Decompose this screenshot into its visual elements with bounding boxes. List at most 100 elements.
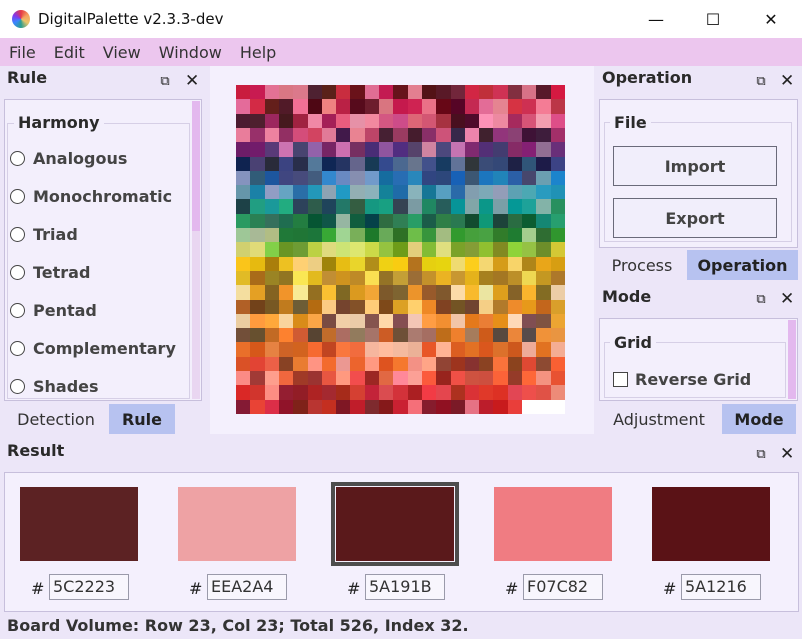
board-cell[interactable] bbox=[350, 199, 366, 215]
board-cell[interactable] bbox=[479, 313, 494, 329]
board-cell[interactable] bbox=[307, 385, 323, 401]
board-cell[interactable] bbox=[364, 313, 380, 329]
board-cell[interactable] bbox=[450, 127, 466, 143]
board-cell[interactable] bbox=[479, 285, 494, 301]
board-cell[interactable] bbox=[421, 85, 437, 100]
board-cell[interactable] bbox=[250, 242, 266, 258]
board-cell[interactable] bbox=[307, 356, 323, 372]
board-cell[interactable] bbox=[436, 170, 452, 186]
close-button[interactable]: ✕ bbox=[742, 0, 800, 38]
board-cell[interactable] bbox=[379, 170, 394, 186]
hex-input[interactable]: F07C82 bbox=[523, 574, 603, 600]
board-cell[interactable] bbox=[293, 342, 308, 358]
board-cell[interactable] bbox=[536, 342, 552, 358]
board-cell[interactable] bbox=[522, 371, 537, 386]
board-cell[interactable] bbox=[421, 328, 437, 343]
board-cell[interactable] bbox=[364, 385, 380, 401]
board-cell[interactable] bbox=[436, 256, 452, 272]
board-cell[interactable] bbox=[493, 342, 509, 358]
board-cell[interactable] bbox=[507, 342, 523, 358]
board-cell[interactable] bbox=[522, 356, 537, 372]
radio-button[interactable] bbox=[10, 303, 25, 318]
board-cell[interactable] bbox=[293, 356, 308, 372]
board-cell[interactable] bbox=[321, 342, 337, 358]
board-cell[interactable] bbox=[550, 328, 566, 343]
board-cell[interactable] bbox=[493, 127, 509, 143]
board-cell[interactable] bbox=[321, 99, 337, 115]
board-cell[interactable] bbox=[350, 356, 366, 372]
board-cell[interactable] bbox=[379, 213, 394, 229]
board-cell[interactable] bbox=[393, 185, 409, 200]
board-cell[interactable] bbox=[336, 385, 351, 401]
board-cell[interactable] bbox=[379, 185, 394, 200]
board-cell[interactable] bbox=[321, 399, 337, 415]
board-cell[interactable] bbox=[536, 142, 552, 157]
board-cell[interactable] bbox=[421, 99, 437, 115]
board-cell[interactable] bbox=[450, 242, 466, 258]
board-cell[interactable] bbox=[407, 142, 423, 157]
board-cell[interactable] bbox=[393, 113, 409, 129]
board-cell[interactable] bbox=[493, 313, 509, 329]
board-cell[interactable] bbox=[336, 228, 351, 243]
board-cell[interactable] bbox=[421, 213, 437, 229]
board-cell[interactable] bbox=[407, 99, 423, 115]
board-cell[interactable] bbox=[336, 185, 351, 200]
board-cell[interactable] bbox=[479, 156, 494, 172]
board-cell[interactable] bbox=[350, 127, 366, 143]
board-cell[interactable] bbox=[364, 256, 380, 272]
board-cell[interactable] bbox=[321, 299, 337, 315]
board-cell[interactable] bbox=[436, 313, 452, 329]
board-cell[interactable] bbox=[393, 85, 409, 100]
board-cell[interactable] bbox=[236, 313, 251, 329]
board-cell[interactable] bbox=[479, 371, 494, 386]
board-cell[interactable] bbox=[479, 199, 494, 215]
board-cell[interactable] bbox=[250, 356, 266, 372]
board-cell[interactable] bbox=[278, 185, 294, 200]
board-cell[interactable] bbox=[278, 299, 294, 315]
board-cell[interactable] bbox=[493, 356, 509, 372]
board-cell[interactable] bbox=[293, 228, 308, 243]
board-cell[interactable] bbox=[407, 270, 423, 286]
board-cell[interactable] bbox=[464, 185, 480, 200]
board-cell[interactable] bbox=[364, 356, 380, 372]
board-cell[interactable] bbox=[550, 213, 566, 229]
board-cell[interactable] bbox=[379, 85, 394, 100]
board-cell[interactable] bbox=[236, 356, 251, 372]
board-cell[interactable] bbox=[379, 399, 394, 415]
minimize-button[interactable]: — bbox=[627, 0, 685, 38]
board-cell[interactable] bbox=[493, 113, 509, 129]
board-cell[interactable] bbox=[236, 270, 251, 286]
board-cell[interactable] bbox=[464, 342, 480, 358]
radio-button[interactable] bbox=[10, 341, 25, 356]
board-cell[interactable] bbox=[536, 256, 552, 272]
board-cell[interactable] bbox=[278, 385, 294, 401]
board-cell[interactable] bbox=[236, 113, 251, 129]
board-cell[interactable] bbox=[307, 142, 323, 157]
board-cell[interactable] bbox=[264, 170, 280, 186]
board-cell[interactable] bbox=[522, 228, 537, 243]
board-cell[interactable] bbox=[550, 356, 566, 372]
board-cell[interactable] bbox=[421, 385, 437, 401]
board-cell[interactable] bbox=[236, 385, 251, 401]
board-cell[interactable] bbox=[450, 228, 466, 243]
board-cell[interactable] bbox=[293, 85, 308, 100]
board-cell[interactable] bbox=[407, 228, 423, 243]
board-cell[interactable] bbox=[307, 213, 323, 229]
board-cell[interactable] bbox=[293, 199, 308, 215]
board-cell[interactable] bbox=[507, 85, 523, 100]
board-cell[interactable] bbox=[550, 399, 566, 415]
board-cell[interactable] bbox=[522, 342, 537, 358]
board-cell[interactable] bbox=[293, 170, 308, 186]
board-cell[interactable] bbox=[236, 185, 251, 200]
mode-scrollbar[interactable] bbox=[788, 320, 796, 399]
board-cell[interactable] bbox=[379, 113, 394, 129]
board-cell[interactable] bbox=[536, 371, 552, 386]
board-cell[interactable] bbox=[421, 270, 437, 286]
board-cell[interactable] bbox=[264, 399, 280, 415]
radio-analogous[interactable]: Analogous bbox=[10, 149, 127, 168]
board-cell[interactable] bbox=[264, 270, 280, 286]
board-cell[interactable] bbox=[393, 256, 409, 272]
board-cell[interactable] bbox=[464, 213, 480, 229]
board-cell[interactable] bbox=[450, 213, 466, 229]
board-cell[interactable] bbox=[307, 399, 323, 415]
